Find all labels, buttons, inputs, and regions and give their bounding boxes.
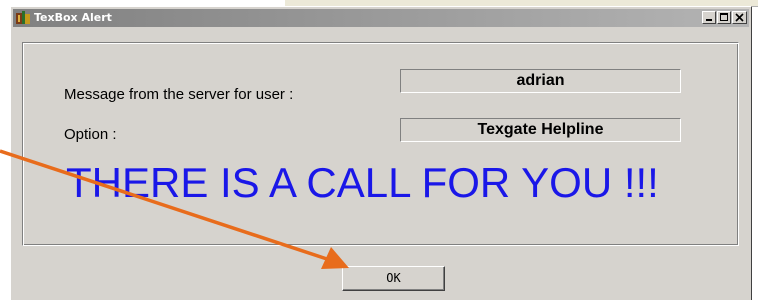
minimize-icon xyxy=(706,19,712,21)
alert-window: TexBox Alert Message from the server for… xyxy=(10,6,752,300)
close-button[interactable] xyxy=(732,11,747,24)
ok-button[interactable]: OK xyxy=(342,266,445,291)
titlebar[interactable]: TexBox Alert xyxy=(13,9,749,27)
maximize-button[interactable] xyxy=(717,11,731,24)
maximize-icon xyxy=(720,13,728,21)
app-icon xyxy=(16,11,30,25)
option-field: Texgate Helpline xyxy=(400,118,681,142)
close-icon xyxy=(735,13,744,22)
minimize-button[interactable] xyxy=(702,11,716,24)
message-label: Message from the server for user : xyxy=(64,86,294,103)
user-field: adrian xyxy=(400,69,681,93)
option-label: Option : xyxy=(64,126,117,143)
window-title: TexBox Alert xyxy=(34,11,112,24)
call-alert-text: THERE IS A CALL FOR YOU !!! xyxy=(66,159,659,206)
